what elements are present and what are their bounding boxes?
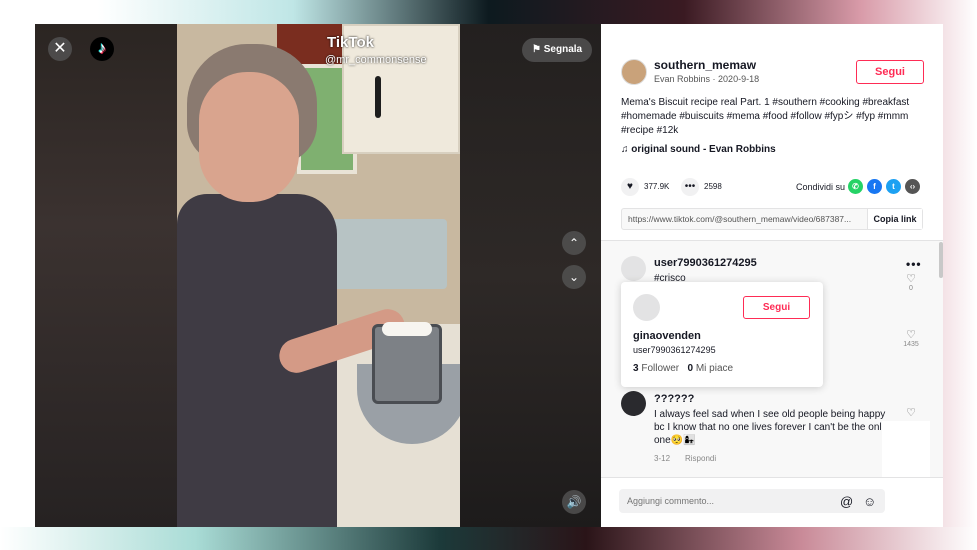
comment-like-icon[interactable]: ♡	[904, 328, 918, 341]
next-video-button[interactable]: ⌄	[562, 265, 586, 289]
comment-avatar[interactable]	[621, 256, 646, 281]
video-person-face	[199, 72, 299, 202]
video-cabinet-handle	[375, 76, 381, 118]
comment-button[interactable]: •••	[681, 178, 699, 196]
author-name: Evan Robbins	[654, 74, 711, 84]
comment-avatar[interactable]	[621, 391, 646, 416]
comment-icon: •••	[684, 181, 696, 192]
report-button[interactable]: ⚑ Segnala	[522, 38, 593, 62]
video-flour	[382, 322, 432, 336]
video-player[interactable]: TikTok @mr_commonsense ✕ ♪ ⚑ Segnala ⌃ ⌄…	[35, 24, 601, 527]
music-note-icon: ♫	[621, 144, 632, 155]
comments-scrollbar[interactable]	[939, 242, 943, 278]
add-comment-bar: @ ☺	[601, 477, 943, 527]
comment-user[interactable]: ??????	[654, 393, 694, 405]
watermark-user: @mr_commonsense	[325, 54, 427, 66]
embed-icon[interactable]: ‹›	[905, 179, 920, 194]
emoji-icon[interactable]: ☺	[863, 494, 876, 509]
video-blur-left	[35, 24, 177, 527]
heart-icon: ♥	[627, 181, 633, 192]
volume-button[interactable]: 🔊	[562, 490, 586, 514]
at-icon[interactable]: @	[840, 494, 853, 509]
link-box: https://www.tiktok.com/@southern_memaw/v…	[621, 208, 923, 230]
comment-text: I always feel sad when I see old people …	[654, 409, 886, 446]
sound-link[interactable]: ♫ original sound - Evan Robbins	[621, 144, 776, 155]
popup-stats: 3 Follower 0 Mi piace	[633, 363, 733, 374]
flag-icon: ⚑	[532, 44, 544, 55]
close-button[interactable]: ✕	[48, 37, 72, 61]
share-label: Condividi su	[796, 182, 846, 192]
video-link[interactable]: https://www.tiktok.com/@southern_memaw/v…	[628, 214, 863, 224]
post-description: Mema's Biscuit recipe real Part. 1 #sout…	[621, 97, 910, 136]
popup-follow-button[interactable]: Segui	[743, 296, 810, 319]
chevron-down-icon: ⌄	[568, 270, 580, 284]
background-band	[0, 527, 977, 550]
follow-button[interactable]: Segui	[856, 60, 924, 84]
chevron-up-icon: ⌃	[568, 236, 580, 250]
copy-link-button[interactable]: Copia link	[867, 209, 922, 229]
popup-likes-label: Mi piace	[695, 363, 734, 374]
more-options-icon[interactable]: •••	[906, 257, 922, 271]
comment-user[interactable]: user7990361274295	[654, 257, 757, 269]
comment-like-count: 0	[909, 285, 913, 292]
video-dish-rack	[327, 219, 447, 289]
whatsapp-icon[interactable]: ✆	[848, 179, 863, 194]
post-date: 2020-9-18	[718, 74, 760, 84]
comment-like-icon[interactable]: ♡	[904, 272, 918, 285]
comment-date: 3-12	[654, 454, 671, 463]
watermark-brand: TikTok	[327, 34, 374, 51]
popup-likes-count: 0	[687, 363, 694, 374]
facebook-icon[interactable]: f	[867, 179, 882, 194]
author-meta: Evan Robbins · 2020-9-18	[654, 74, 760, 84]
comment-like-icon[interactable]: ♡	[904, 406, 918, 419]
comment-like-count: 1435	[903, 341, 919, 348]
popup-name[interactable]: ginaovenden	[633, 330, 701, 342]
author-avatar[interactable]	[621, 59, 647, 85]
report-label: Segnala	[543, 44, 583, 55]
details-panel: southern_memaw Evan Robbins · 2020-9-18 …	[601, 24, 943, 527]
tiktok-logo-icon[interactable]: ♪	[90, 37, 114, 61]
video-sifter	[372, 324, 442, 404]
popup-followers-count: 3	[633, 363, 639, 374]
like-count: 377.9K	[644, 182, 670, 191]
popup-followers-label: Follower	[641, 363, 680, 374]
video-frame[interactable]: TikTok @mr_commonsense	[177, 24, 460, 527]
close-icon: ✕	[53, 40, 67, 57]
popup-user-id: user7990361274295	[633, 345, 716, 355]
comment-count: 2598	[704, 182, 722, 191]
like-button[interactable]: ♥	[621, 178, 639, 196]
popup-avatar[interactable]	[633, 294, 660, 321]
twitter-icon[interactable]: t	[886, 179, 901, 194]
reply-button[interactable]: Rispondi	[685, 454, 716, 463]
previous-video-button[interactable]: ⌃	[562, 231, 586, 255]
volume-icon: 🔊	[566, 495, 582, 509]
author-username[interactable]: southern_memaw	[654, 58, 756, 72]
sound-title: original sound - Evan Robbins	[631, 144, 776, 155]
user-hover-card: Segui ginaovenden user7990361274295 3 Fo…	[621, 282, 823, 387]
